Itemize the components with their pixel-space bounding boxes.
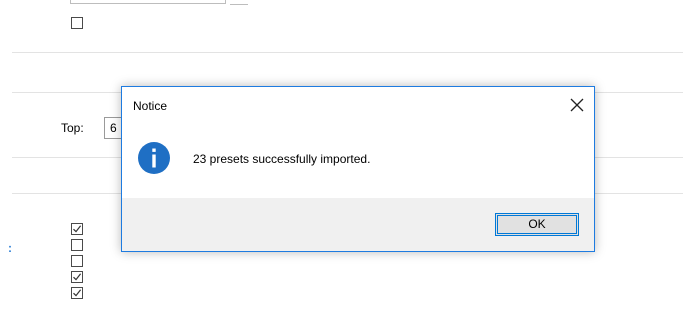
- checkbox[interactable]: [71, 223, 83, 235]
- info-icon: [138, 142, 170, 174]
- checkbox[interactable]: [71, 271, 83, 283]
- notice-dialog: Notice 23 presets successfully imported.…: [121, 86, 595, 252]
- checkbox[interactable]: [71, 239, 83, 251]
- top-label: Top:: [61, 121, 84, 135]
- checkbox[interactable]: [71, 255, 83, 267]
- close-icon[interactable]: [566, 94, 588, 116]
- side-marker: :: [8, 241, 12, 255]
- checkbox[interactable]: [71, 287, 83, 299]
- dialog-footer: OK: [122, 198, 594, 251]
- dialog-message: 23 presets successfully imported.: [193, 152, 371, 166]
- checkbox[interactable]: [71, 17, 83, 29]
- text-input-edge[interactable]: [70, 0, 226, 4]
- divider: [12, 52, 683, 53]
- dialog-title: Notice: [133, 99, 168, 113]
- ok-button[interactable]: OK: [495, 213, 579, 236]
- button-edge[interactable]: [230, 0, 248, 5]
